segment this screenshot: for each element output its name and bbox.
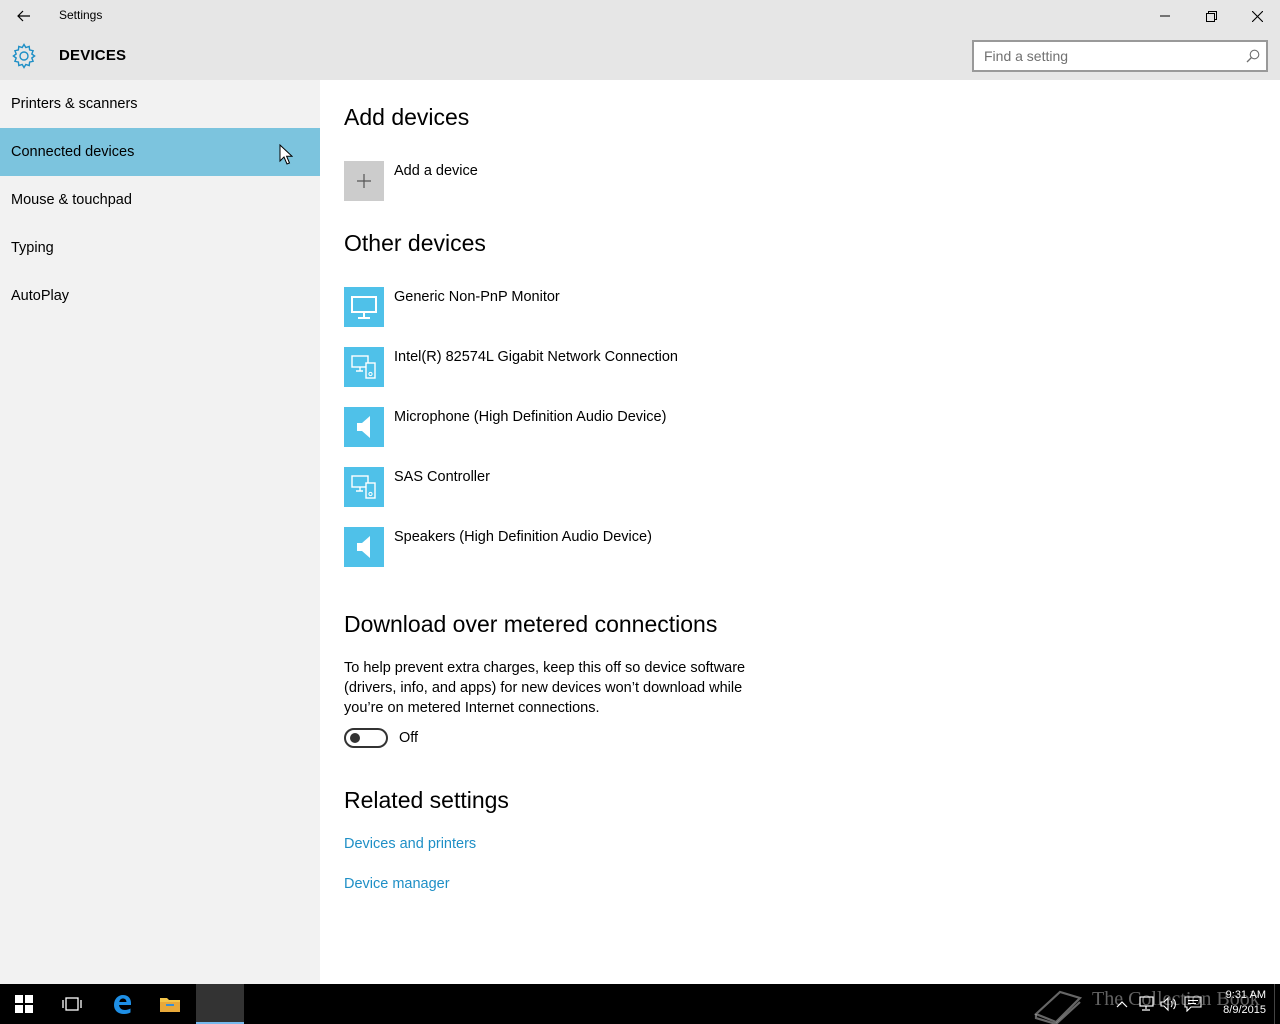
device-name: Microphone (High Definition Audio Device… <box>394 409 667 425</box>
minimize-icon <box>1160 15 1170 17</box>
page-title: DEVICES <box>59 47 127 64</box>
devices-and-printers-link[interactable]: Devices and printers <box>344 836 476 852</box>
device-tile <box>344 467 384 507</box>
search-box[interactable] <box>972 40 1268 72</box>
other-devices-heading: Other devices <box>344 230 486 256</box>
volume-icon <box>1160 996 1176 1012</box>
show-desktop-button[interactable] <box>1274 984 1280 1024</box>
sidebar-item-autoplay[interactable]: AutoPlay <box>0 272 320 320</box>
taskbar-clock[interactable]: 9:31 AM 8/9/2015 <box>1210 988 1266 1018</box>
task-view-button[interactable] <box>48 984 96 1024</box>
back-arrow-icon <box>17 10 30 22</box>
add-device-label: Add a device <box>394 163 478 179</box>
sidebar-item-printers-scanners[interactable]: Printers & scanners <box>0 80 320 128</box>
device-item[interactable]: SAS Controller <box>344 467 844 507</box>
device-manager-link[interactable]: Device manager <box>344 876 450 892</box>
title-bar: Settings DEVICES <box>0 0 1280 80</box>
folder-icon <box>160 998 180 1012</box>
close-button[interactable] <box>1234 0 1280 32</box>
sidebar-item-connected-devices[interactable]: Connected devices <box>0 128 320 176</box>
edge-icon <box>114 995 131 1014</box>
device-item[interactable]: Microphone (High Definition Audio Device… <box>344 407 844 447</box>
sidebar: Printers & scanners Connected devices Mo… <box>0 80 320 984</box>
plus-icon <box>357 174 371 188</box>
volume-tray-button[interactable] <box>1158 995 1178 1013</box>
file-explorer-button[interactable] <box>146 984 194 1024</box>
minimize-button[interactable] <box>1142 0 1188 32</box>
speaker-icon <box>357 416 370 438</box>
action-center-button[interactable] <box>1183 995 1203 1013</box>
sidebar-item-label: AutoPlay <box>11 288 70 304</box>
windows-logo-icon <box>15 995 33 1013</box>
device-tile <box>344 527 384 567</box>
chevron-up-icon <box>1116 1001 1128 1008</box>
search-icon[interactable] <box>1246 49 1260 63</box>
mouse-cursor-icon <box>279 144 293 165</box>
monitor-icon <box>351 296 377 319</box>
start-button[interactable] <box>0 984 48 1024</box>
add-devices-heading: Add devices <box>344 104 470 130</box>
device-name: Generic Non-PnP Monitor <box>394 289 560 305</box>
search-input[interactable] <box>974 42 1234 70</box>
device-tile <box>344 347 384 387</box>
speaker-icon <box>357 536 370 558</box>
close-icon <box>1251 10 1263 22</box>
back-button[interactable] <box>10 4 38 28</box>
book-watermark-icon <box>1033 990 1083 1024</box>
metered-heading: Download over metered connections <box>344 611 718 637</box>
device-item[interactable]: Intel(R) 82574L Gigabit Network Connecti… <box>344 347 844 387</box>
taskbar: The Collection Book 9:31 AM 8/9/2015 <box>0 984 1280 1024</box>
toggle-state-label: Off <box>399 730 419 746</box>
edge-browser-button[interactable] <box>98 984 146 1024</box>
task-view-icon <box>62 997 82 1011</box>
device-tile <box>344 407 384 447</box>
add-device-button[interactable]: Add a device <box>344 161 844 201</box>
device-name: SAS Controller <box>394 469 490 485</box>
sidebar-item-mouse-touchpad[interactable]: Mouse & touchpad <box>0 176 320 224</box>
clock-date: 8/9/2015 <box>1223 1004 1266 1016</box>
device-name: Intel(R) 82574L Gigabit Network Connecti… <box>394 349 678 365</box>
settings-taskbar-button[interactable] <box>196 984 244 1024</box>
device-item[interactable]: Speakers (High Definition Audio Device) <box>344 527 844 567</box>
gear-icon <box>12 43 36 69</box>
window-title: Settings <box>59 8 103 22</box>
metered-toggle[interactable] <box>344 728 388 748</box>
device-name: Speakers (High Definition Audio Device) <box>394 529 652 545</box>
sidebar-item-label: Printers & scanners <box>11 96 138 112</box>
main-content: Add devices Add a device Other devices G… <box>320 80 1280 984</box>
network-icon <box>1139 996 1154 1011</box>
show-hidden-icons-button[interactable] <box>1112 995 1132 1013</box>
add-device-tile <box>344 161 384 201</box>
generic-device-icon <box>351 355 376 379</box>
sidebar-item-label: Connected devices <box>11 144 135 160</box>
restore-icon <box>1205 10 1217 22</box>
network-tray-button[interactable] <box>1136 995 1156 1013</box>
toggle-knob <box>350 733 360 743</box>
related-settings-heading: Related settings <box>344 787 509 813</box>
metered-description: To help prevent extra charges, keep this… <box>344 660 746 716</box>
device-tile <box>344 287 384 327</box>
sidebar-item-label: Typing <box>11 240 54 256</box>
generic-device-icon <box>351 475 376 499</box>
restore-button[interactable] <box>1188 0 1234 32</box>
clock-time: 9:31 AM <box>1225 989 1266 1001</box>
sidebar-item-label: Mouse & touchpad <box>11 192 132 208</box>
device-item[interactable]: Generic Non-PnP Monitor <box>344 287 844 327</box>
action-center-icon <box>1184 996 1202 1012</box>
sidebar-item-typing[interactable]: Typing <box>0 224 320 272</box>
